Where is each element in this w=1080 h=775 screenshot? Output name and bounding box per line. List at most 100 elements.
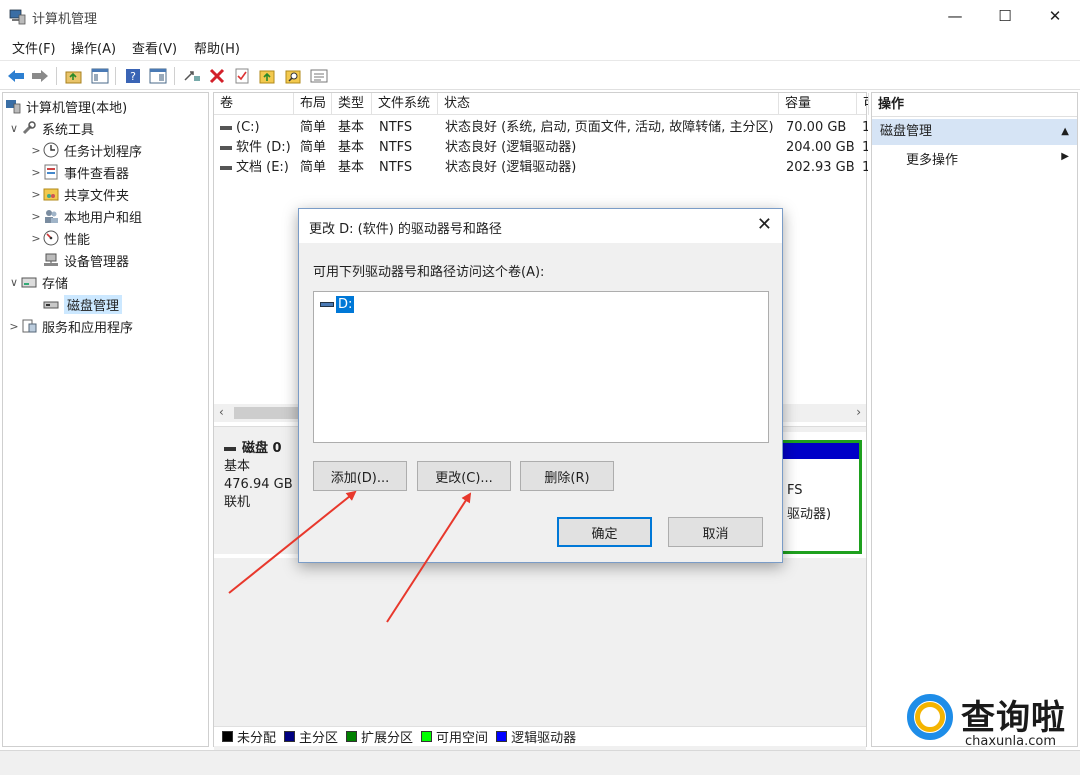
partition-block[interactable]: FS 驱动器)	[780, 440, 862, 554]
menu-view[interactable]: 查看(V)	[132, 38, 177, 57]
ok-button[interactable]: 确定	[557, 517, 652, 547]
layout-cell: 简单	[300, 160, 327, 175]
actions-section-disk-management[interactable]: 磁盘管理 ▲	[872, 119, 1077, 145]
chevron-right-icon[interactable]: >	[29, 144, 43, 157]
change-drive-letter-dialog: 更改 D: (软件) 的驱动器号和路径 ✕ 可用下列驱动器号和路径访问这个卷(A…	[298, 208, 783, 563]
capacity-cell: 70.00 GB	[786, 120, 847, 135]
tree-item-local-users[interactable]: > 本地用户和组	[29, 205, 142, 227]
svg-text:?: ?	[130, 70, 136, 83]
table-row[interactable]: 软件 (D:) 简单 基本 NTFS 状态良好 (逻辑驱动器) 204.00 G…	[214, 138, 868, 158]
tree-item-task-scheduler[interactable]: > 任务计划程序	[29, 139, 142, 161]
logo-ring-inner-icon	[915, 702, 945, 732]
menu-help[interactable]: 帮助(H)	[194, 38, 240, 57]
tree-item-storage[interactable]: ∨ 存储	[7, 271, 68, 293]
volume-cell: (C:)	[220, 118, 296, 138]
status-cell: 状态良好 (逻辑驱动器)	[445, 160, 577, 175]
console-tree: 计算机管理(本地) ∨ 系统工具 > 任务计划程序 > 事件查看器 > 共享文件…	[2, 92, 209, 747]
column-header-volume[interactable]: 卷	[214, 93, 294, 115]
help-icon[interactable]: ?	[123, 66, 143, 86]
column-header-layout[interactable]: 布局	[294, 93, 332, 115]
chevron-right-icon[interactable]: >	[7, 320, 21, 333]
status-cell: 状态良好 (系统, 启动, 页面文件, 活动, 故障转储, 主分区)	[445, 120, 774, 135]
computer-management-icon	[5, 98, 21, 114]
list-item[interactable]: D:	[320, 296, 355, 313]
tree-item-event-viewer[interactable]: > 事件查看器	[29, 161, 129, 183]
volume-cell: 软件 (D:)	[220, 138, 296, 158]
performance-icon	[43, 230, 59, 246]
tree-item-system-tools[interactable]: ∨ 系统工具	[7, 117, 94, 139]
column-header-free[interactable]: 可	[857, 93, 869, 115]
delete-icon[interactable]	[207, 66, 227, 86]
submenu-arrow-icon[interactable]: ▶	[1061, 151, 1069, 162]
window-title: 计算机管理	[32, 12, 98, 27]
change-button[interactable]: 更改(C)...	[417, 461, 511, 491]
disk-type: 基本	[224, 459, 251, 474]
event-log-icon	[43, 164, 59, 180]
up-folder-icon[interactable]	[64, 66, 84, 86]
chevron-down-icon[interactable]: ∨	[7, 122, 21, 135]
users-icon	[43, 208, 59, 224]
console-tree-icon[interactable]	[90, 66, 110, 86]
properties-pane-icon[interactable]	[148, 66, 168, 86]
check-icon[interactable]	[232, 66, 252, 86]
volume-cell: 文档 (E:)	[220, 158, 296, 178]
table-row[interactable]: (C:) 简单 基本 NTFS 状态良好 (系统, 启动, 页面文件, 活动, …	[214, 118, 868, 138]
chevron-right-icon[interactable]: >	[29, 166, 43, 179]
type-cell: 基本	[338, 140, 365, 155]
tree-item-performance[interactable]: > 性能	[29, 227, 90, 249]
tree-item-disk-management[interactable]: 磁盘管理	[29, 293, 123, 315]
maximize-button[interactable]: ☐	[980, 0, 1030, 32]
free-cell: 1	[862, 120, 868, 135]
remove-button[interactable]: 删除(R)	[520, 461, 614, 491]
storage-icon	[21, 274, 37, 290]
device-manager-icon	[43, 252, 59, 268]
free-cell: 1	[862, 140, 868, 155]
column-header-status[interactable]: 状态	[438, 93, 779, 115]
disk-status: 联机	[224, 495, 251, 510]
forward-arrow-icon[interactable]	[30, 66, 50, 86]
legend-item: 主分区	[282, 727, 338, 746]
tree-item-device-manager[interactable]: 设备管理器	[29, 249, 129, 271]
clock-icon	[43, 142, 59, 158]
close-icon[interactable]: ✕	[757, 214, 772, 235]
folder-up-icon[interactable]	[257, 66, 277, 86]
chevron-right-icon[interactable]: >	[29, 232, 43, 245]
disk-info[interactable]: 磁盘 0 基本 476.94 GB 联机	[214, 432, 304, 554]
details-icon[interactable]	[309, 66, 329, 86]
column-header-filesystem[interactable]: 文件系统	[372, 93, 438, 115]
column-header-capacity[interactable]: 容量	[779, 93, 857, 115]
menu-action[interactable]: 操作(A)	[71, 38, 116, 57]
chevron-right-icon[interactable]: >	[29, 188, 43, 201]
collapse-up-icon[interactable]: ▲	[1061, 119, 1069, 145]
minimize-button[interactable]: —	[930, 0, 980, 32]
shared-folder-icon	[43, 186, 59, 202]
add-button[interactable]: 添加(D)...	[313, 461, 407, 491]
scroll-right-icon[interactable]: ›	[856, 405, 861, 419]
search-folder-icon[interactable]	[283, 66, 303, 86]
chevron-down-icon[interactable]: ∨	[7, 276, 21, 289]
tree-item-shared-folders[interactable]: > 共享文件夹	[29, 183, 129, 205]
cancel-button[interactable]: 取消	[668, 517, 763, 547]
actions-pane: 操作 磁盘管理 ▲ 更多操作 ▶	[871, 92, 1078, 747]
more-actions-link[interactable]: 更多操作	[906, 149, 958, 168]
drive-path-list[interactable]: D:	[313, 291, 769, 443]
legend-item: 可用空间	[419, 727, 488, 746]
tree-root[interactable]: 计算机管理(本地)	[5, 95, 127, 117]
title-bar: 计算机管理 — ☐ ✕	[0, 0, 1080, 34]
back-arrow-icon[interactable]	[6, 66, 26, 86]
legend-item: 扩展分区	[344, 727, 413, 746]
dialog-title: 更改 D: (软件) 的驱动器号和路径	[309, 222, 502, 237]
layout-cell: 简单	[300, 120, 327, 135]
close-button[interactable]: ✕	[1030, 0, 1080, 32]
type-cell: 基本	[338, 120, 365, 135]
scroll-left-icon[interactable]: ‹	[219, 405, 224, 419]
table-row[interactable]: 文档 (E:) 简单 基本 NTFS 状态良好 (逻辑驱动器) 202.93 G…	[214, 158, 868, 178]
column-header-type[interactable]: 类型	[332, 93, 372, 115]
menu-file[interactable]: 文件(F)	[12, 38, 56, 57]
connect-icon[interactable]	[182, 66, 202, 86]
type-cell: 基本	[338, 160, 365, 175]
layout-cell: 简单	[300, 140, 327, 155]
logical-drive-bar	[783, 443, 859, 459]
chevron-right-icon[interactable]: >	[29, 210, 43, 223]
tree-item-services-apps[interactable]: > 服务和应用程序	[7, 315, 133, 337]
